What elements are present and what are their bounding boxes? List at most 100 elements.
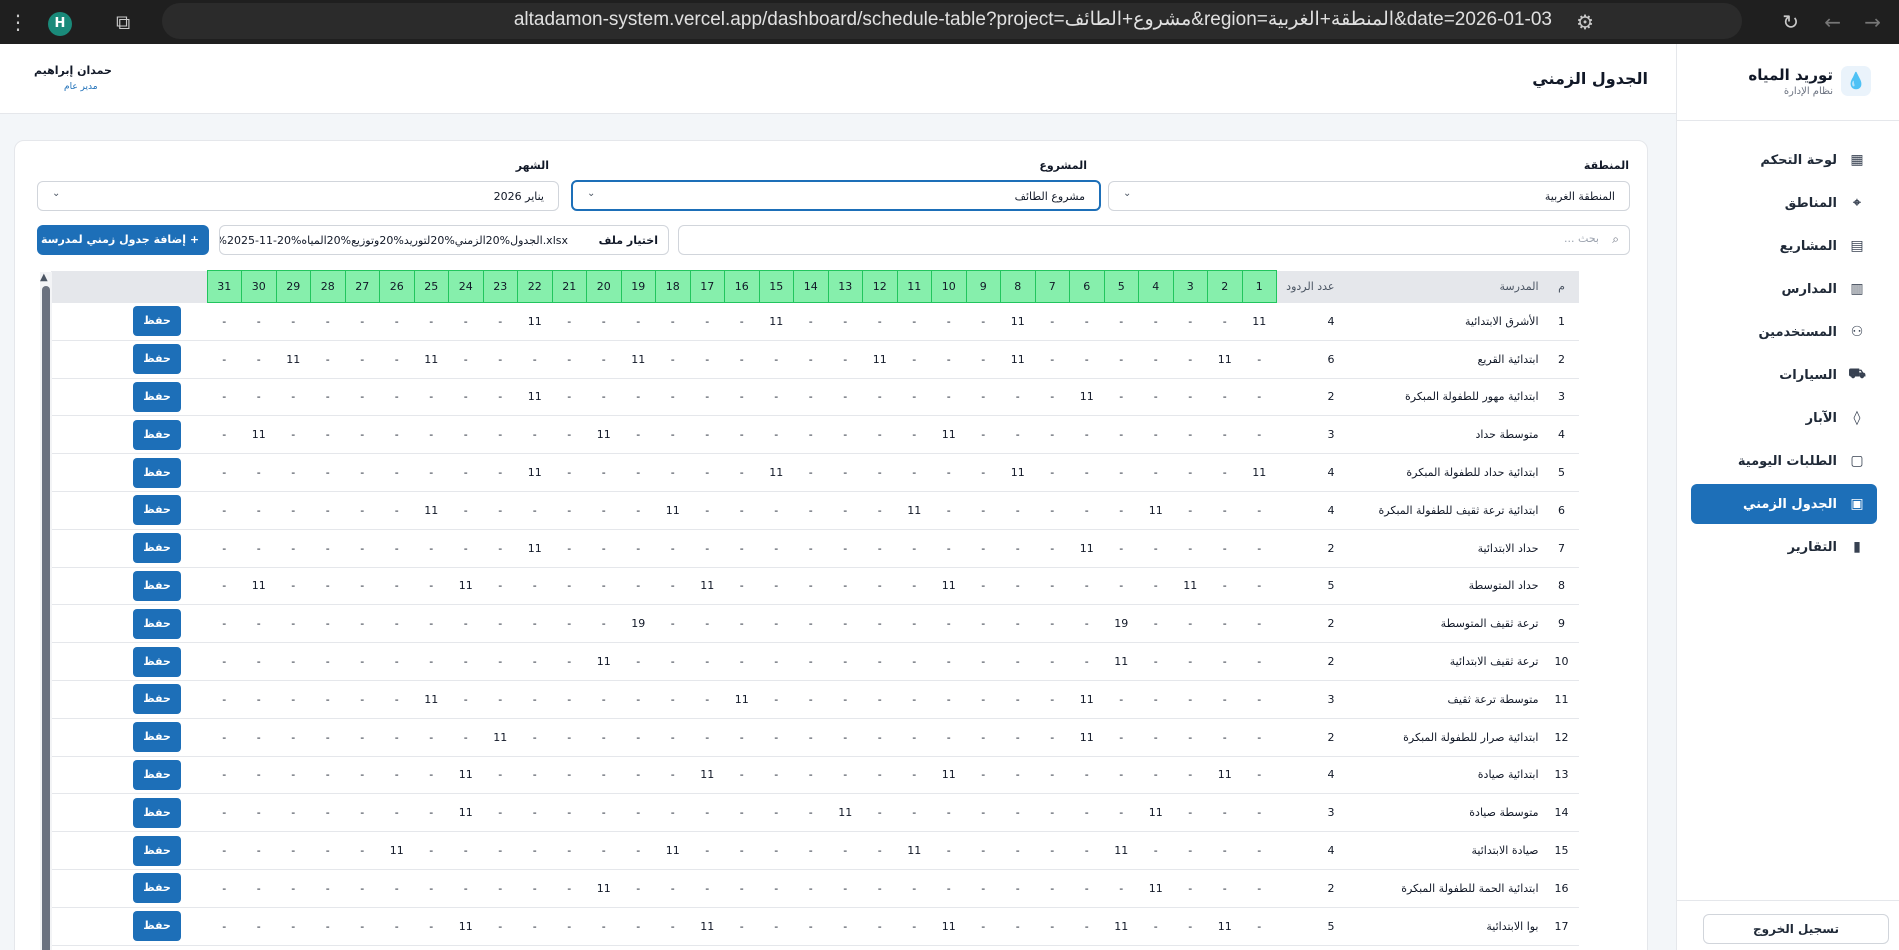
day-cell[interactable]: - xyxy=(690,831,725,870)
day-cell[interactable]: - xyxy=(966,491,1001,530)
day-cell[interactable]: - xyxy=(1242,491,1277,530)
day-cell[interactable]: - xyxy=(586,491,621,530)
day-cell[interactable]: - xyxy=(1207,453,1242,492)
day-cell[interactable]: 11 xyxy=(448,907,483,946)
day-cell[interactable]: - xyxy=(1035,869,1070,908)
day-cell[interactable]: - xyxy=(379,453,414,492)
day-cell[interactable]: - xyxy=(552,604,587,644)
day-cell[interactable]: - xyxy=(1069,756,1104,795)
day-cell[interactable]: - xyxy=(1000,415,1035,455)
day-cell[interactable]: - xyxy=(793,453,828,492)
day-cell[interactable]: 11 xyxy=(1104,907,1139,946)
day-cell[interactable]: 11 xyxy=(1104,831,1139,870)
day-cell[interactable]: - xyxy=(1000,604,1035,644)
day-cell[interactable]: - xyxy=(414,378,449,417)
day-cell[interactable]: - xyxy=(828,642,863,681)
day-cell[interactable]: - xyxy=(724,869,759,908)
day-cell[interactable]: - xyxy=(310,718,345,757)
day-cell[interactable]: - xyxy=(759,491,794,530)
day-cell[interactable]: - xyxy=(517,642,552,681)
save-button[interactable]: حفظ xyxy=(133,608,181,639)
day-cell[interactable]: - xyxy=(1069,302,1104,341)
day-cell[interactable]: - xyxy=(414,907,449,946)
day-cell[interactable]: - xyxy=(724,756,759,795)
sidebar-item-8[interactable]: ▣ الجدول الزمني xyxy=(1691,484,1877,524)
day-cell[interactable]: - xyxy=(1242,869,1277,908)
day-cell[interactable]: - xyxy=(1207,793,1242,833)
day-cell[interactable]: - xyxy=(655,302,690,341)
day-cell[interactable]: - xyxy=(931,642,966,681)
day-cell[interactable]: - xyxy=(862,604,897,644)
day-cell[interactable]: - xyxy=(379,529,414,568)
day-cell[interactable]: - xyxy=(897,718,932,757)
day-cell[interactable]: 11 xyxy=(931,756,966,795)
day-cell[interactable]: - xyxy=(207,831,242,870)
day-cell[interactable]: - xyxy=(1242,793,1277,833)
sidebar-item-7[interactable]: ▢ الطلبات اليومية xyxy=(1691,441,1877,481)
day-cell[interactable]: - xyxy=(414,415,449,455)
day-cell[interactable]: - xyxy=(276,567,311,606)
day-cell[interactable]: - xyxy=(414,718,449,757)
day-cell[interactable]: 11 xyxy=(1138,491,1173,530)
day-cell[interactable]: - xyxy=(379,415,414,455)
day-cell[interactable]: 11 xyxy=(586,415,621,455)
day-cell[interactable]: - xyxy=(1035,567,1070,606)
day-cell[interactable]: - xyxy=(1138,642,1173,681)
day-cell[interactable]: 11 xyxy=(655,831,690,870)
day-cell[interactable]: - xyxy=(966,567,1001,606)
day-cell[interactable]: - xyxy=(1104,793,1139,833)
day-cell[interactable]: - xyxy=(379,756,414,795)
day-cell[interactable]: - xyxy=(1000,491,1035,530)
day-cell[interactable]: 11 xyxy=(517,378,552,417)
day-cell[interactable]: - xyxy=(655,340,690,379)
day-cell[interactable]: - xyxy=(655,415,690,455)
day-cell[interactable]: - xyxy=(1000,869,1035,908)
day-cell[interactable]: - xyxy=(552,869,587,908)
day-cell[interactable]: - xyxy=(690,453,725,492)
day-cell[interactable]: - xyxy=(483,680,518,719)
day-cell[interactable]: - xyxy=(966,302,1001,341)
day-cell[interactable]: - xyxy=(1069,491,1104,530)
day-cell[interactable]: - xyxy=(448,340,483,379)
day-cell[interactable]: - xyxy=(207,567,242,606)
day-cell[interactable]: - xyxy=(517,680,552,719)
day-cell[interactable]: - xyxy=(793,907,828,946)
day-cell[interactable]: - xyxy=(517,604,552,644)
day-cell[interactable]: - xyxy=(276,604,311,644)
sidebar-item-5[interactable]: ⛟ السيارات xyxy=(1691,355,1877,395)
save-button[interactable]: حفظ xyxy=(133,306,181,337)
day-cell[interactable]: - xyxy=(448,491,483,530)
day-cell[interactable]: - xyxy=(793,340,828,379)
day-cell[interactable]: - xyxy=(862,302,897,341)
save-button[interactable]: حفظ xyxy=(133,344,181,375)
day-cell[interactable]: - xyxy=(897,415,932,455)
day-cell[interactable]: - xyxy=(310,680,345,719)
day-cell[interactable]: 11 xyxy=(897,491,932,530)
day-cell[interactable]: - xyxy=(448,302,483,341)
day-cell[interactable]: - xyxy=(828,907,863,946)
day-cell[interactable]: - xyxy=(379,567,414,606)
day-cell[interactable]: - xyxy=(483,453,518,492)
day-cell[interactable]: - xyxy=(1138,907,1173,946)
day-cell[interactable]: - xyxy=(241,604,276,644)
day-cell[interactable]: 11 xyxy=(621,340,656,379)
day-cell[interactable]: - xyxy=(966,680,1001,719)
day-cell[interactable]: - xyxy=(310,793,345,833)
day-cell[interactable]: 11 xyxy=(517,302,552,341)
day-cell[interactable]: - xyxy=(517,567,552,606)
day-cell[interactable]: 11 xyxy=(241,567,276,606)
day-cell[interactable]: - xyxy=(483,415,518,455)
day-cell[interactable]: - xyxy=(1173,378,1208,417)
day-cell[interactable]: - xyxy=(897,302,932,341)
day-cell[interactable]: - xyxy=(310,642,345,681)
profile-avatar[interactable]: H xyxy=(48,12,72,36)
day-cell[interactable]: - xyxy=(448,604,483,644)
day-cell[interactable]: 11 xyxy=(1104,642,1139,681)
day-cell[interactable]: - xyxy=(483,340,518,379)
day-cell[interactable]: - xyxy=(931,302,966,341)
day-cell[interactable]: - xyxy=(345,415,380,455)
day-cell[interactable]: - xyxy=(414,453,449,492)
day-cell[interactable]: - xyxy=(966,340,1001,379)
day-cell[interactable]: - xyxy=(1138,680,1173,719)
day-cell[interactable]: 11 xyxy=(1207,340,1242,379)
